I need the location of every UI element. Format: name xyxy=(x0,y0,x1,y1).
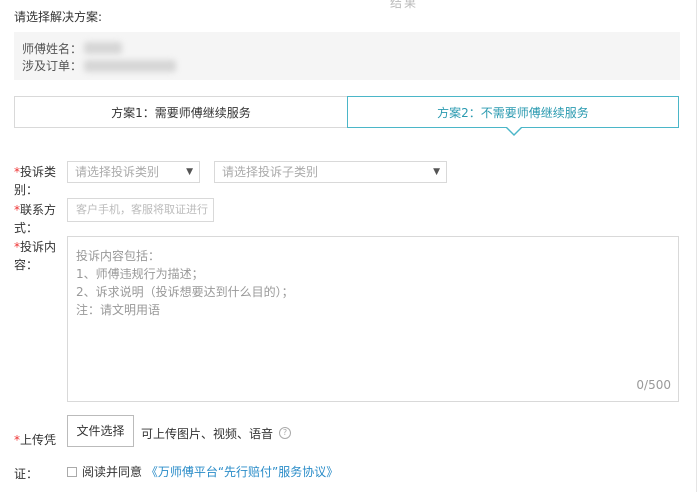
tab-solution-2[interactable]: 方案2：不需要师傅继续服务 xyxy=(347,96,679,128)
agreement-checkbox[interactable] xyxy=(67,467,77,477)
help-icon[interactable]: ? xyxy=(279,427,291,439)
upload-label: *上传凭 证： xyxy=(14,433,57,481)
agreement-text: 阅读并同意 《万师傅平台“先行赔付”服务协议》 xyxy=(82,465,339,479)
panel-border xyxy=(696,0,697,492)
placeholder-line: 投诉内容包括： xyxy=(76,249,161,263)
chevron-down-icon: ▼ xyxy=(433,167,440,177)
tab-solution-1[interactable]: 方案1：需要师傅继续服务 xyxy=(14,96,347,128)
order-redacted xyxy=(84,60,176,72)
content-label: *投诉内 容： xyxy=(14,240,57,272)
placeholder-line: 2、诉求说明（投诉想要达到什么目的）； xyxy=(76,285,294,299)
order-info-box: 师傅姓名： 涉及订单： xyxy=(14,32,680,80)
contact-label: *联系方 式： xyxy=(14,203,57,235)
upload-hint: 可上传图片、视频、语音 xyxy=(141,427,274,441)
chevron-down-icon: ▼ xyxy=(186,167,193,177)
complaint-type-label: *投诉类 别： xyxy=(14,165,57,197)
complaint-subtype-select[interactable]: 请选择投诉子类别 ▼ xyxy=(214,161,447,183)
contact-input[interactable]: 客户手机，客服将取证进行 xyxy=(67,198,214,222)
complaint-content-textarea[interactable]: 投诉内容包括： 1、师傅违规行为描述； 2、诉求说明（投诉想要达到什么目的）； … xyxy=(67,236,679,402)
char-counter: 0/500 xyxy=(636,378,671,392)
placeholder-line: 注：请文明用语 xyxy=(76,303,161,317)
agreement-link[interactable]: 《万师傅平台“先行赔付”服务协议》 xyxy=(146,465,338,479)
complaint-type-select[interactable]: 请选择投诉类别 ▼ xyxy=(67,161,200,183)
solution-prompt: 请选择解决方案: xyxy=(14,10,103,24)
top-cut-title: 结果 xyxy=(390,0,419,10)
solution-tabs: 方案1：需要师傅继续服务 方案2：不需要师傅继续服务 xyxy=(14,96,679,136)
placeholder-line: 1、师傅违规行为描述； xyxy=(76,267,204,281)
master-name-label: 师傅姓名： xyxy=(22,42,83,56)
master-name-redacted xyxy=(84,42,122,54)
file-select-button[interactable]: 文件选择 xyxy=(67,415,134,447)
order-label: 涉及订单： xyxy=(22,59,83,73)
